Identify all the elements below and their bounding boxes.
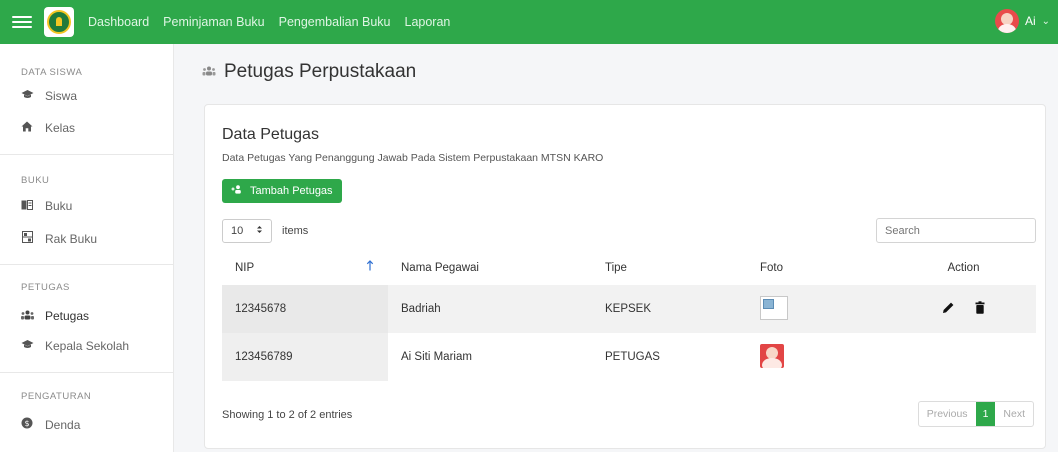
sidebar-item-label: Kelas [45, 121, 76, 135]
tambah-petugas-button[interactable]: Tambah Petugas [222, 179, 342, 203]
column-header-foto[interactable]: Foto [747, 250, 891, 285]
user-avatar[interactable] [994, 9, 1019, 33]
page-title: Petugas Perpustakaan [202, 61, 416, 83]
school-logo[interactable] [44, 7, 74, 37]
column-header-nip[interactable]: NIP [222, 250, 388, 285]
sidebar-item-kelas[interactable]: Kelas [21, 121, 75, 135]
sidebar-item-kepala-sekolah[interactable]: Kepala Sekolah [21, 339, 129, 353]
sidebar-item-denda[interactable]: $ Denda [21, 417, 80, 432]
entries-info: Showing 1 to 2 of 2 entries [222, 409, 353, 421]
page-title-text: Petugas Perpustakaan [224, 61, 417, 82]
sidebar-item-petugas[interactable]: Petugas [21, 309, 89, 323]
column-header-tipe[interactable]: Tipe [592, 250, 747, 285]
sidebar-divider [0, 264, 174, 265]
cell-action [891, 285, 1036, 333]
pagination: Previous 1 Next [917, 401, 1034, 427]
add-user-icon [231, 185, 242, 197]
home-icon [21, 121, 33, 135]
page-1-button[interactable]: 1 [975, 402, 996, 426]
book-icon [21, 199, 33, 213]
sidebar-item-label: Rak Buku [45, 231, 98, 246]
entries-length-suffix: items [282, 225, 309, 237]
cell-nip: 12345678 [222, 285, 388, 333]
sidebar-section-buku: BUKU [21, 175, 50, 186]
sidebar-item-siswa[interactable]: Siswa [21, 89, 77, 103]
svg-text:$: $ [24, 419, 29, 428]
cell-nama: Badriah [388, 285, 592, 333]
hamburger-menu-icon[interactable] [12, 16, 32, 28]
data-petugas-card: Data Petugas Data Petugas Yang Penanggun… [204, 104, 1046, 449]
cell-nip: 123456789 [222, 333, 388, 381]
nav-peminjaman-buku[interactable]: Peminjaman Buku [163, 15, 264, 29]
nav-laporan[interactable]: Laporan [405, 15, 451, 29]
broken-image-icon [760, 295, 788, 320]
sidebar-item-label: Siswa [45, 89, 78, 103]
sidebar-divider [0, 372, 174, 373]
previous-page-button[interactable]: Previous [919, 402, 976, 426]
cell-tipe: KEPSEK [592, 285, 747, 333]
sidebar-section-data-siswa: DATA SISWA [21, 67, 83, 78]
cell-tipe: PETUGAS [605, 351, 660, 363]
sidebar-item-label: Buku [45, 199, 73, 213]
cell-foto [747, 333, 891, 381]
sidebar-divider [0, 154, 174, 155]
table-row: 12345678 Badriah KEPSEK [222, 285, 1036, 333]
sidebar-item-rak-buku[interactable]: Rak Buku [21, 231, 97, 246]
petugas-table: NIP Nama Pegawai Tipe Foto Action 123456… [222, 250, 1036, 381]
chevron-down-icon[interactable]: ⌄ [1042, 16, 1050, 27]
entries-length-value: 10 [231, 225, 244, 237]
user-menu[interactable]: Ai ⌄ [994, 9, 1050, 33]
graduation-cap-icon [21, 89, 34, 103]
user-name[interactable]: Ai [1025, 14, 1036, 28]
select-caret-icon [256, 225, 263, 237]
delete-trash-icon[interactable] [975, 301, 985, 317]
entries-length-select[interactable]: 10 [222, 219, 272, 243]
search-input[interactable] [876, 218, 1036, 243]
column-header-nama-pegawai[interactable]: Nama Pegawai [388, 250, 592, 285]
sidebar-item-label: Petugas [45, 309, 90, 323]
card-title: Data Petugas [222, 126, 319, 143]
cell-action [891, 333, 1036, 381]
sort-ascending-icon [366, 260, 374, 274]
entries-length-control: 10 items [222, 219, 308, 243]
users-icon [21, 310, 34, 323]
sidebar-item-label: Kepala Sekolah [45, 339, 130, 353]
graduation-cap-icon [21, 339, 34, 353]
petugas-photo [760, 343, 784, 368]
table-header-row: NIP Nama Pegawai Tipe Foto Action [222, 250, 1036, 285]
sidebar-section-petugas: PETUGAS [21, 282, 70, 293]
nav-pengembalian-buku[interactable]: Pengembalian Buku [279, 15, 391, 29]
shelf-icon [21, 231, 33, 246]
sidebar-item-buku[interactable]: Buku [21, 199, 72, 213]
tambah-petugas-label: Tambah Petugas [250, 185, 333, 197]
top-navbar: Dashboard Peminjaman Buku Pengembalian B… [0, 0, 1058, 44]
card-subtitle: Data Petugas Yang Penanggung Jawab Pada … [222, 152, 604, 164]
main-nav: Dashboard Peminjaman Buku Pengembalian B… [88, 15, 450, 29]
next-page-button[interactable]: Next [995, 402, 1033, 426]
sidebar: DATA SISWA Siswa Kelas BUKU Buku Rak Buk… [0, 44, 174, 452]
column-header-action: Action [947, 261, 980, 274]
users-icon [202, 66, 216, 79]
cell-nama: Ai Siti Mariam [401, 351, 472, 363]
table-row: 123456789 Ai Siti Mariam PETUGAS [222, 333, 1036, 381]
sidebar-section-pengaturan: PENGATURAN [21, 391, 92, 402]
edit-pencil-icon[interactable] [942, 301, 955, 317]
sidebar-item-label: Denda [45, 417, 81, 432]
dollar-icon: $ [21, 417, 33, 432]
nav-dashboard[interactable]: Dashboard [88, 15, 149, 29]
cell-foto [747, 285, 891, 333]
